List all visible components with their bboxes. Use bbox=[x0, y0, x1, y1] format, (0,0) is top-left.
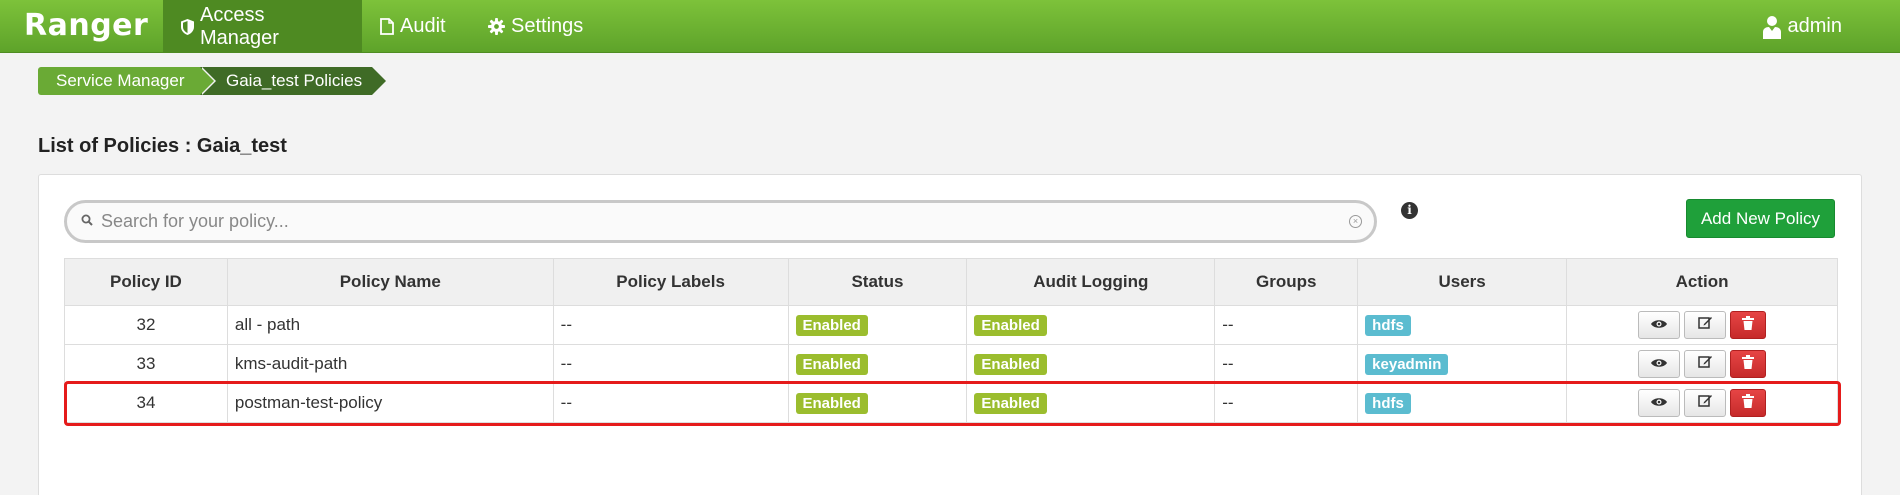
header-action: Action bbox=[1566, 258, 1838, 306]
delete-button[interactable] bbox=[1730, 311, 1767, 339]
nav-audit[interactable]: Audit bbox=[362, 0, 464, 53]
header-audit-logging: Audit Logging bbox=[966, 258, 1216, 306]
breadcrumb-arrow-end bbox=[372, 67, 386, 95]
nav-settings-label: Settings bbox=[511, 15, 584, 37]
file-icon bbox=[380, 18, 394, 35]
top-navbar: Ranger Access Manager Audit Settings adm… bbox=[0, 0, 1900, 53]
eye-icon bbox=[1650, 354, 1668, 374]
status-badge: Enabled bbox=[795, 314, 868, 336]
policy-id-link[interactable]: 34 bbox=[64, 383, 228, 423]
table-header-row: Policy ID Policy Name Policy Labels Stat… bbox=[64, 258, 1838, 306]
user-menu[interactable]: admin bbox=[1744, 0, 1860, 53]
audit-badge: Enabled bbox=[974, 314, 1047, 336]
user-badge: keyadmin bbox=[1365, 353, 1449, 375]
action-cell bbox=[1566, 383, 1838, 423]
breadcrumb-service-manager[interactable]: Service Manager bbox=[38, 67, 200, 95]
policy-name: postman-test-policy bbox=[226, 383, 554, 423]
clear-search-icon[interactable]: × bbox=[1349, 215, 1362, 228]
info-icon[interactable]: i bbox=[1401, 202, 1418, 219]
breadcrumb-arrow bbox=[200, 67, 214, 95]
brand-logo[interactable]: Ranger bbox=[24, 8, 148, 43]
add-new-policy-button[interactable]: Add New Policy bbox=[1686, 199, 1835, 238]
status-badge: Enabled bbox=[795, 392, 868, 414]
policy-id-link[interactable]: 32 bbox=[64, 305, 228, 345]
trash-icon bbox=[1742, 315, 1755, 335]
policies-table: Policy ID Policy Name Policy Labels Stat… bbox=[64, 258, 1838, 423]
policy-name: kms-audit-path bbox=[226, 344, 554, 384]
eye-icon bbox=[1650, 393, 1668, 413]
view-button[interactable] bbox=[1638, 389, 1681, 417]
users-cell: hdfs bbox=[1357, 383, 1568, 423]
user-badge: hdfs bbox=[1365, 392, 1411, 414]
edit-button[interactable] bbox=[1684, 350, 1727, 378]
view-button[interactable] bbox=[1638, 350, 1681, 378]
table-row: 34 postman-test-policy -- Enabled Enable… bbox=[64, 383, 1838, 423]
groups: -- bbox=[1214, 383, 1359, 423]
audit-badge: Enabled bbox=[974, 353, 1047, 375]
page-title: List of Policies : Gaia_test bbox=[38, 135, 287, 157]
search-box[interactable]: Search for your policy... × bbox=[64, 200, 1377, 243]
header-policy-labels: Policy Labels bbox=[552, 258, 789, 306]
audit-badge: Enabled bbox=[974, 392, 1047, 414]
header-policy-name[interactable]: Policy Name bbox=[226, 258, 554, 306]
nav-access-manager[interactable]: Access Manager bbox=[163, 0, 362, 53]
edit-button[interactable] bbox=[1684, 389, 1727, 417]
users-cell: hdfs bbox=[1357, 305, 1568, 345]
header-groups: Groups bbox=[1214, 258, 1359, 306]
status-cell: Enabled bbox=[787, 344, 968, 384]
header-status: Status bbox=[787, 258, 968, 306]
shield-icon bbox=[181, 18, 194, 35]
audit-cell: Enabled bbox=[966, 383, 1216, 423]
header-users: Users bbox=[1357, 258, 1568, 306]
nav-audit-label: Audit bbox=[400, 15, 446, 37]
view-button[interactable] bbox=[1638, 311, 1681, 339]
gear-icon bbox=[488, 18, 505, 35]
policy-labels: -- bbox=[552, 344, 789, 384]
users-cell: keyadmin bbox=[1357, 344, 1568, 384]
breadcrumb-current: Gaia_test Policies bbox=[200, 67, 372, 95]
search-input[interactable]: Search for your policy... bbox=[101, 211, 1349, 232]
delete-button[interactable] bbox=[1730, 389, 1767, 417]
table-row: 32 all - path -- Enabled Enabled -- hdfs bbox=[64, 305, 1838, 345]
action-cell bbox=[1566, 344, 1838, 384]
user-name: admin bbox=[1787, 15, 1842, 37]
groups: -- bbox=[1214, 344, 1359, 384]
delete-button[interactable] bbox=[1730, 350, 1767, 378]
audit-cell: Enabled bbox=[966, 344, 1216, 384]
nav-settings[interactable]: Settings bbox=[470, 0, 601, 53]
policy-labels: -- bbox=[552, 383, 789, 423]
status-badge: Enabled bbox=[795, 353, 868, 375]
policy-id-link[interactable]: 33 bbox=[64, 344, 228, 384]
policy-name: all - path bbox=[226, 305, 554, 345]
table-row: 33 kms-audit-path -- Enabled Enabled -- … bbox=[64, 344, 1838, 384]
action-cell bbox=[1566, 305, 1838, 345]
status-cell: Enabled bbox=[787, 383, 968, 423]
edit-icon bbox=[1697, 315, 1713, 335]
search-icon bbox=[81, 213, 93, 231]
policy-labels: -- bbox=[552, 305, 789, 345]
edit-icon bbox=[1697, 354, 1713, 374]
user-icon bbox=[1762, 15, 1782, 39]
groups: -- bbox=[1214, 305, 1359, 345]
header-policy-id[interactable]: Policy ID bbox=[64, 258, 228, 306]
user-badge: hdfs bbox=[1365, 314, 1411, 336]
trash-icon bbox=[1742, 393, 1755, 413]
trash-icon bbox=[1742, 354, 1755, 374]
eye-icon bbox=[1650, 315, 1668, 335]
audit-cell: Enabled bbox=[966, 305, 1216, 345]
nav-access-manager-label: Access Manager bbox=[200, 3, 279, 49]
edit-icon bbox=[1697, 393, 1713, 413]
status-cell: Enabled bbox=[787, 305, 968, 345]
edit-button[interactable] bbox=[1684, 311, 1727, 339]
